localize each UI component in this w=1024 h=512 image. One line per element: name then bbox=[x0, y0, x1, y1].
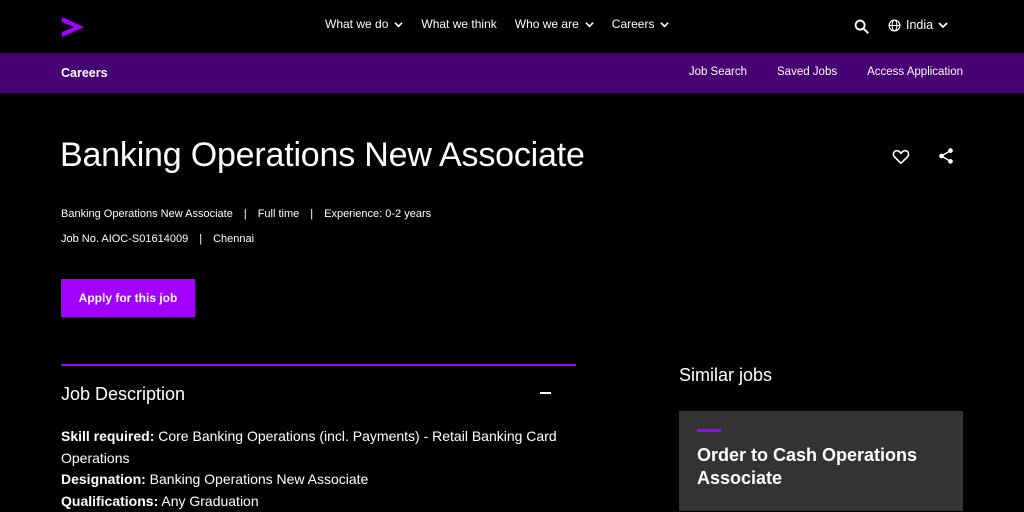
nav-who-we-are[interactable]: Who we are bbox=[515, 17, 594, 31]
qualification-value: Any Graduation bbox=[158, 493, 258, 509]
separator: | bbox=[244, 208, 247, 220]
designation-row: Designation: Banking Operations New Asso… bbox=[61, 469, 581, 491]
collapse-icon[interactable] bbox=[540, 392, 551, 394]
nav-careers[interactable]: Careers bbox=[612, 17, 670, 31]
section-divider bbox=[61, 364, 576, 366]
nav-label: Who we are bbox=[515, 17, 579, 31]
subnav-links: Job Search Saved Jobs Access Application bbox=[659, 66, 963, 78]
job-number: Job No. AIOC-S01614009 bbox=[61, 233, 188, 245]
similar-job-card[interactable]: Order to Cash Operations Associate bbox=[679, 411, 963, 511]
primary-nav: What we do What we think Who we are Care… bbox=[325, 17, 687, 31]
share-icon[interactable] bbox=[937, 147, 955, 165]
designation-label: Designation: bbox=[61, 471, 146, 487]
nav-what-we-think[interactable]: What we think bbox=[421, 17, 496, 31]
card-accent-bar bbox=[697, 429, 721, 432]
locale-selector[interactable]: India bbox=[888, 18, 948, 32]
accenture-logo-icon[interactable] bbox=[60, 14, 86, 40]
job-experience: Experience: 0-2 years bbox=[324, 208, 431, 220]
apply-button[interactable]: Apply for this job bbox=[61, 279, 195, 317]
access-application-link[interactable]: Access Application bbox=[867, 66, 963, 78]
saved-jobs-link[interactable]: Saved Jobs bbox=[777, 66, 837, 78]
separator: | bbox=[199, 233, 202, 245]
chevron-down-icon bbox=[585, 20, 594, 29]
job-type: Full time bbox=[258, 208, 300, 220]
similar-jobs-heading: Similar jobs bbox=[679, 365, 772, 386]
nav-label: Careers bbox=[612, 17, 655, 31]
chevron-down-icon bbox=[938, 20, 948, 30]
similar-job-title: Order to Cash Operations Associate bbox=[697, 444, 947, 490]
nav-label: What we do bbox=[325, 17, 388, 31]
separator: | bbox=[310, 208, 313, 220]
job-meta-line-2: Job No. AIOC-S01614009 | Chennai bbox=[61, 233, 254, 245]
globe-icon bbox=[888, 19, 901, 32]
chevron-down-icon bbox=[660, 20, 669, 29]
careers-subnav: Careers Job Search Saved Jobs Access App… bbox=[0, 53, 1024, 93]
search-icon[interactable] bbox=[854, 19, 869, 34]
job-meta-line-1: Banking Operations New Associate | Full … bbox=[61, 208, 431, 220]
nav-label: What we think bbox=[421, 17, 496, 31]
skill-label: Skill required: bbox=[61, 428, 154, 444]
job-description-header[interactable]: Job Description bbox=[61, 384, 185, 405]
subnav-title[interactable]: Careers bbox=[61, 66, 108, 80]
designation-value: Banking Operations New Associate bbox=[146, 471, 369, 487]
qualification-label: Qualifications: bbox=[61, 493, 158, 509]
qualification-row: Qualifications: Any Graduation bbox=[61, 491, 581, 512]
heart-icon[interactable] bbox=[892, 148, 910, 166]
job-role: Banking Operations New Associate bbox=[61, 208, 233, 220]
chevron-down-icon bbox=[394, 20, 403, 29]
job-description-body: Skill required: Core Banking Operations … bbox=[61, 426, 581, 512]
top-navigation: What we do What we think Who we are Care… bbox=[0, 0, 1024, 53]
job-search-link[interactable]: Job Search bbox=[689, 66, 747, 78]
locale-label: India bbox=[906, 18, 933, 32]
nav-what-we-do[interactable]: What we do bbox=[325, 17, 403, 31]
job-location: Chennai bbox=[213, 233, 254, 245]
page-title: Banking Operations New Associate bbox=[60, 136, 585, 175]
skill-row: Skill required: Core Banking Operations … bbox=[61, 426, 581, 469]
